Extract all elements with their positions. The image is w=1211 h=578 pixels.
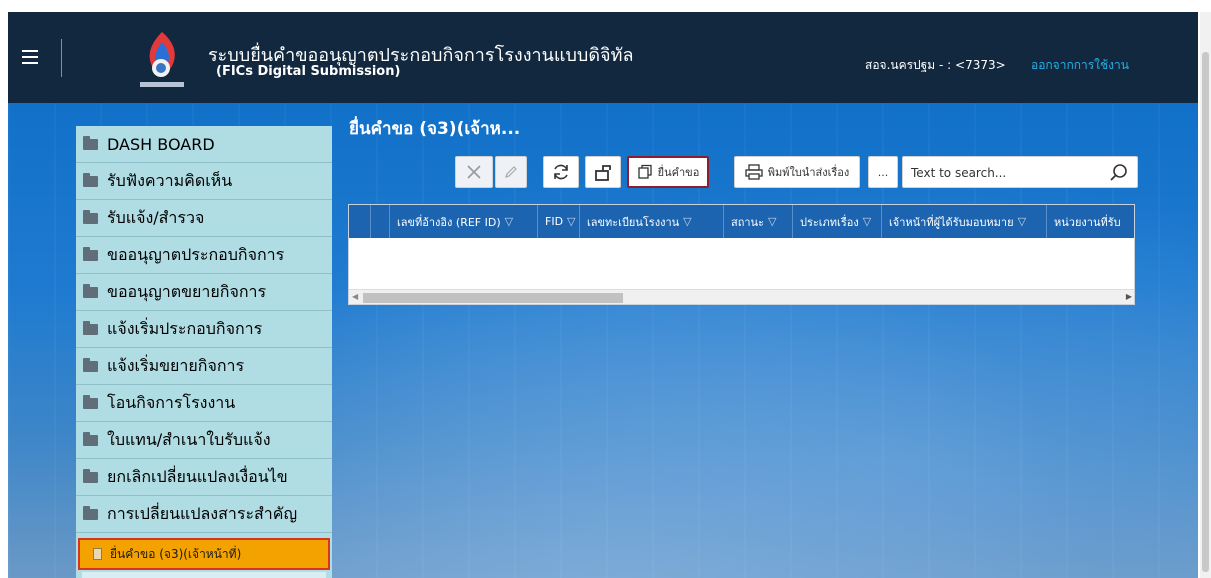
edit-button[interactable] [495, 156, 527, 188]
filter-icon[interactable]: ▽ [768, 215, 776, 228]
grid-header: เลขที่อ้างอิง (REF ID) ▽ FID ▽ เลขทะเบียนโ… [349, 205, 1134, 238]
window-scroll-thumb[interactable] [1202, 52, 1209, 572]
scroll-thumb[interactable] [363, 293, 623, 303]
sidebar-subitem-label: ยื่นคำขอ (จ3)(เจ้าหน้าที่) [110, 546, 242, 561]
submit-request-button[interactable]: ยื่นคำขอ [627, 156, 709, 188]
more-button[interactable]: ... [868, 156, 898, 188]
print-transmittal-label: พิมพ์ใบนำส่งเรื่อง [767, 166, 850, 179]
edit-icon [505, 166, 517, 178]
close-icon [467, 165, 481, 179]
submit-request-label: ยื่นคำขอ [657, 166, 700, 179]
search-input[interactable] [911, 164, 1101, 182]
search-icon[interactable] [1109, 163, 1129, 183]
grid-column-fid[interactable]: FID ▽ [537, 205, 579, 238]
scroll-left-arrow[interactable]: ◀ [352, 292, 358, 301]
sidebar-subitem-next[interactable] [82, 572, 326, 578]
document-icon [93, 548, 102, 560]
copy-icon [638, 164, 652, 179]
column-label: เลขที่อ้างอิง (REF ID) [397, 215, 501, 229]
print-transmittal-button[interactable]: พิมพ์ใบนำส่งเรื่อง [734, 156, 860, 188]
filter-icon[interactable]: ▽ [505, 215, 513, 228]
filter-icon[interactable]: ▽ [1018, 215, 1026, 228]
column-label: สถานะ [731, 215, 764, 229]
logout-link[interactable]: ออกจากการใช้งาน [1031, 56, 1129, 75]
search-box [902, 156, 1138, 188]
grid-column-receiving-unit[interactable]: หน่วยงานที่รับ [1046, 205, 1134, 238]
grid-select-column[interactable] [370, 205, 389, 238]
user-info: สอจ.นครปฐม - : <7373> [865, 58, 1006, 72]
refresh-button[interactable] [543, 156, 579, 188]
grid-column-request-type[interactable]: ประเภทเรื่อง ▽ [792, 205, 881, 238]
filter-icon[interactable]: ▽ [567, 215, 575, 228]
scroll-right-arrow[interactable]: ▶ [1126, 292, 1132, 301]
column-label: เลขทะเบียนโรงงาน [587, 215, 680, 229]
export-icon [595, 165, 611, 181]
printer-icon [745, 164, 763, 180]
page-title: ยื่นคำขอ (จ3)(เจ้าห... [349, 119, 521, 139]
sidebar-sub-layer: ยื่นคำขอ (จ3)(เจ้าหน้าที่) [76, 0, 332, 578]
column-label: ประเภทเรื่อง [800, 215, 859, 229]
sidebar-subitem-submit-request[interactable]: ยื่นคำขอ (จ3)(เจ้าหน้าที่) [78, 538, 330, 570]
hamburger-icon[interactable] [22, 50, 38, 64]
column-label: FID [545, 215, 564, 228]
filter-icon[interactable]: ▽ [863, 215, 871, 228]
export-button[interactable] [585, 156, 621, 188]
delete-button[interactable] [455, 156, 493, 188]
more-icon: ... [877, 165, 889, 179]
refresh-icon [554, 164, 568, 180]
data-grid: เลขที่อ้างอิง (REF ID) ▽ FID ▽ เลขทะเบียนโ… [348, 204, 1135, 305]
window-scrollbar[interactable] [1200, 12, 1211, 578]
filter-icon[interactable]: ▽ [683, 215, 691, 228]
grid-column-assigned-officer[interactable]: เจ้าหน้าที่ผู้ได้รับมอบหมาย ▽ [881, 205, 1046, 238]
grid-column-ref-id[interactable]: เลขที่อ้างอิง (REF ID) ▽ [389, 205, 537, 238]
grid-horizontal-scrollbar[interactable]: ◀ ▶ [349, 289, 1134, 304]
grid-column-factory-reg[interactable]: เลขทะเบียนโรงงาน ▽ [579, 205, 723, 238]
column-label: หน่วยงานที่รับ [1054, 215, 1121, 229]
divider [61, 39, 62, 77]
grid-column-status[interactable]: สถานะ ▽ [723, 205, 792, 238]
column-label: เจ้าหน้าที่ผู้ได้รับมอบหมาย [889, 215, 1014, 229]
